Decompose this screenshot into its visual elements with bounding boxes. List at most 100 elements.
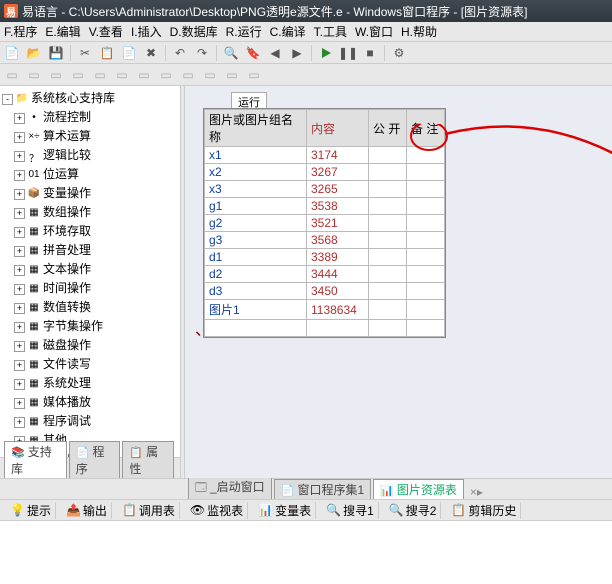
tree-item[interactable]: +📦变量操作: [2, 183, 178, 202]
expand-icon[interactable]: +: [14, 398, 25, 409]
open-icon[interactable]: 📂: [24, 44, 44, 62]
expand-icon[interactable]: +: [14, 170, 25, 181]
tree-item[interactable]: +▦拼音处理: [2, 240, 178, 259]
tree-item[interactable]: +×÷算术运算: [2, 126, 178, 145]
tree-item[interactable]: +▦系统处理: [2, 373, 178, 392]
btab-search1[interactable]: 🔍 搜寻1: [322, 502, 379, 519]
paste-icon[interactable]: 📄: [119, 44, 139, 62]
tree-item[interactable]: +01位运算: [2, 164, 178, 183]
expand-icon[interactable]: +: [14, 322, 25, 333]
col-public[interactable]: 公 开: [369, 110, 407, 147]
prev-icon[interactable]: ◀: [265, 44, 285, 62]
tree-item[interactable]: +？逻辑比较: [2, 145, 178, 164]
tab-startwindow[interactable]: 🗔 _启动窗口: [188, 476, 272, 499]
tree-view[interactable]: -📁系统核心支持库+•流程控制+×÷算术运算+？逻辑比较+01位运算+📦变量操作…: [0, 86, 180, 457]
expand-icon[interactable]: +: [14, 132, 25, 143]
find-icon[interactable]: 🔍: [221, 44, 241, 62]
tab-support[interactable]: 📚 支持库: [4, 441, 67, 478]
expand-icon[interactable]: +: [14, 417, 25, 428]
compile-icon[interactable]: ⚙: [389, 44, 409, 62]
tree-item[interactable]: +▦时间操作: [2, 278, 178, 297]
undo-icon[interactable]: ↶: [170, 44, 190, 62]
node-icon: ▦: [27, 245, 41, 257]
col-name[interactable]: 图片或图片组名称: [205, 110, 307, 147]
expand-icon[interactable]: -: [2, 94, 13, 105]
expand-icon[interactable]: +: [14, 379, 25, 390]
tree-item[interactable]: +▦媒体播放: [2, 392, 178, 411]
menu-help[interactable]: H.帮助: [397, 21, 441, 42]
expand-icon[interactable]: +: [14, 303, 25, 314]
pause-icon[interactable]: ❚❚: [338, 44, 358, 62]
col-remark[interactable]: 备 注: [407, 110, 445, 147]
btab-clip[interactable]: 📋 剪辑历史: [447, 502, 521, 519]
tab-props[interactable]: 📋 属性: [122, 441, 174, 478]
redo-icon[interactable]: ↷: [192, 44, 212, 62]
btab-calltable[interactable]: 📋 调用表: [118, 502, 180, 519]
tab-program[interactable]: 📄 程序: [69, 441, 121, 478]
table-row[interactable]: d23444: [205, 266, 445, 283]
tree-item[interactable]: +▦数值转换: [2, 297, 178, 316]
output-pane[interactable]: [0, 520, 612, 584]
tree-item[interactable]: +▦数组操作: [2, 202, 178, 221]
table-row[interactable]: x13174: [205, 147, 445, 164]
menu-tools[interactable]: T.工具: [310, 21, 351, 42]
table-row[interactable]: g23521: [205, 215, 445, 232]
tree-item[interactable]: +▦环境存取: [2, 221, 178, 240]
expand-icon[interactable]: +: [14, 360, 25, 371]
node-label: 逻辑比较: [43, 148, 91, 162]
node-label: 字节集操作: [43, 319, 103, 333]
tree-item[interactable]: -📁系统核心支持库: [2, 88, 178, 107]
tree-item[interactable]: +•流程控制: [2, 107, 178, 126]
expand-icon[interactable]: +: [14, 189, 25, 200]
menu-database[interactable]: D.数据库: [166, 21, 222, 42]
run-icon[interactable]: [316, 44, 336, 62]
expand-icon[interactable]: +: [14, 341, 25, 352]
btab-search2[interactable]: 🔍 搜寻2: [385, 502, 442, 519]
tab-collection[interactable]: 📄 窗口程序集1: [274, 479, 371, 499]
delete-icon[interactable]: ✖: [141, 44, 161, 62]
menu-file[interactable]: F.程序: [0, 21, 41, 42]
tree-item[interactable]: +▦文本操作: [2, 259, 178, 278]
btab-output[interactable]: 📤 输出: [62, 502, 112, 519]
menu-window[interactable]: W.窗口: [351, 21, 397, 42]
bookmark-icon[interactable]: 🔖: [243, 44, 263, 62]
btab-vars[interactable]: 📊 变量表: [254, 502, 316, 519]
save-icon[interactable]: 💾: [46, 44, 66, 62]
menu-run[interactable]: R.运行: [222, 21, 266, 42]
cut-icon[interactable]: ✂: [75, 44, 95, 62]
table-row[interactable]: 图片11138634: [205, 300, 445, 320]
menu-compile[interactable]: C.编译: [266, 21, 310, 42]
next-icon[interactable]: ▶: [287, 44, 307, 62]
expand-icon[interactable]: +: [14, 113, 25, 124]
menu-view[interactable]: V.查看: [85, 21, 127, 42]
table-row[interactable]: g13538: [205, 198, 445, 215]
table-row[interactable]: d13389: [205, 249, 445, 266]
table-row[interactable]: g33568: [205, 232, 445, 249]
btab-watch[interactable]: 👁 监视表: [186, 502, 248, 519]
tab-more-icon[interactable]: ×▸: [470, 485, 483, 499]
expand-icon[interactable]: +: [14, 208, 25, 219]
table-row[interactable]: d33450: [205, 283, 445, 300]
tab-resource[interactable]: 📊 图片资源表: [373, 479, 464, 499]
align-icon: ▭: [200, 66, 220, 84]
btab-hint[interactable]: 💡 提示: [6, 502, 56, 519]
expand-icon[interactable]: +: [14, 265, 25, 276]
table-row[interactable]: x33265: [205, 181, 445, 198]
menu-edit[interactable]: E.编辑: [41, 21, 84, 42]
node-icon: ▦: [27, 264, 41, 276]
tree-item[interactable]: +▦磁盘操作: [2, 335, 178, 354]
new-icon[interactable]: 📄: [2, 44, 22, 62]
image-resource-table[interactable]: 图片或图片组名称 内容 公 开 备 注 x13174x23267x33265g1…: [203, 108, 446, 338]
expand-icon[interactable]: +: [14, 246, 25, 257]
expand-icon[interactable]: +: [14, 284, 25, 295]
menu-insert[interactable]: I.插入: [127, 21, 166, 42]
table-row[interactable]: x23267: [205, 164, 445, 181]
col-content[interactable]: 内容: [307, 110, 369, 147]
expand-icon[interactable]: +: [14, 227, 25, 238]
expand-icon[interactable]: +: [14, 151, 25, 162]
tree-item[interactable]: +▦文件读写: [2, 354, 178, 373]
tree-item[interactable]: +▦字节集操作: [2, 316, 178, 335]
tree-item[interactable]: +▦程序调试: [2, 411, 178, 430]
stop-icon[interactable]: ■: [360, 44, 380, 62]
copy-icon[interactable]: 📋: [97, 44, 117, 62]
